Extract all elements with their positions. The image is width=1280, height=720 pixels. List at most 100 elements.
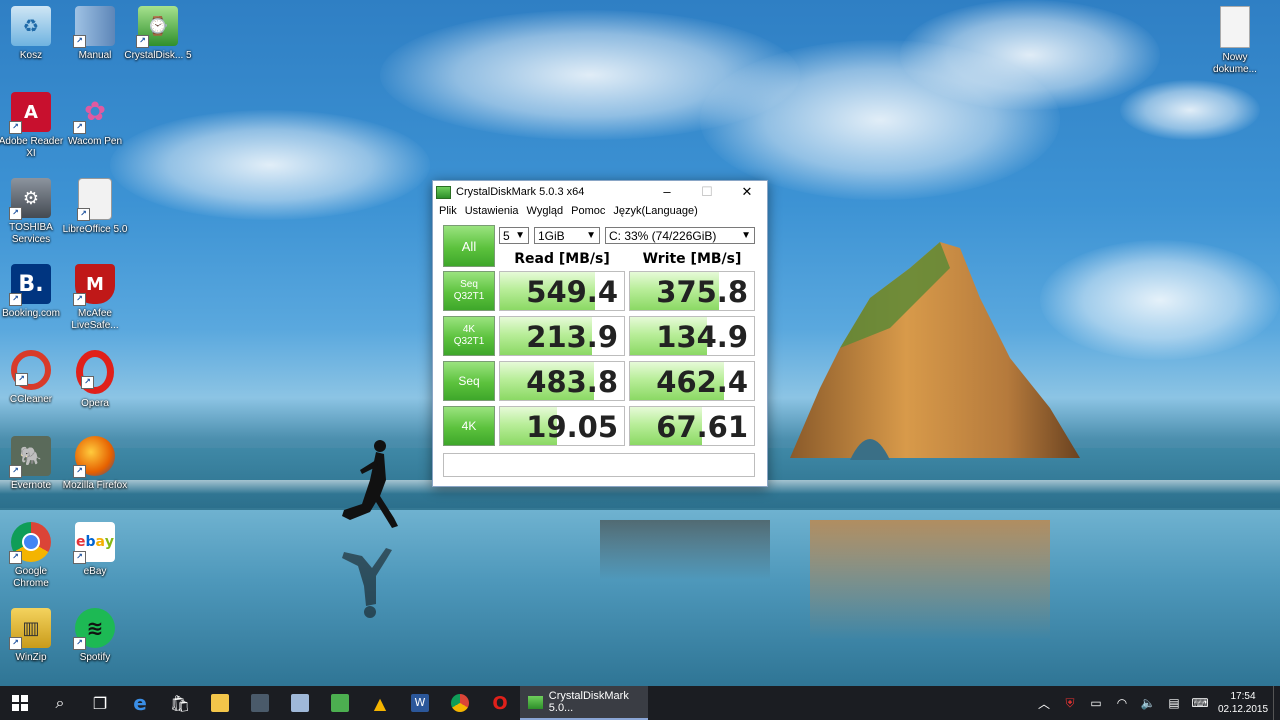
- result-value: 462.4: [656, 365, 748, 399]
- drive-select[interactable]: C: 33% (74/226GiB) ▼: [605, 227, 755, 244]
- ccleaner-icon: ↗: [11, 350, 51, 390]
- notifications-icon[interactable]: ▤: [1161, 696, 1187, 710]
- store-button[interactable]: 🛍: [160, 686, 200, 720]
- app-button[interactable]: [240, 686, 280, 720]
- opera-icon: ↗: [76, 350, 114, 394]
- desktop-icon-label: Booking.com: [2, 308, 60, 319]
- winzip-icon: ↗ ▥: [9, 608, 51, 650]
- desktop-icon-label: Kosz: [19, 50, 43, 61]
- desktop-icon-kosz[interactable]: ♻ Kosz: [0, 6, 65, 62]
- desktop-icon-evernote[interactable]: ↗ 🐘 Evernote: [0, 436, 65, 492]
- clock[interactable]: 17:54 02.12.2015: [1213, 690, 1273, 716]
- desktop-icon-new-document[interactable]: Nowy dokume...: [1201, 6, 1269, 76]
- google-drive-icon: ▲: [373, 693, 387, 713]
- 4k-button[interactable]: 4K: [443, 406, 495, 446]
- desktop-icon-crystaldiskmark[interactable]: ↗ ⌚ CrystalDisk... 5: [124, 6, 192, 62]
- evernote-taskbar-button[interactable]: [320, 686, 360, 720]
- row-label-line1: Seq: [460, 279, 478, 290]
- chrome-taskbar-button[interactable]: [440, 686, 480, 720]
- app-icon: [251, 694, 269, 712]
- task-view-button[interactable]: ❐: [80, 686, 120, 720]
- booking-icon: ↗ B.: [9, 264, 51, 306]
- keyboard-icon[interactable]: ⌨: [1187, 696, 1213, 710]
- desktop-icon-label: TOSHIBA Services: [9, 222, 53, 245]
- store-icon: 🛍: [169, 693, 191, 713]
- window-icon: [291, 694, 309, 712]
- menu-jezyk[interactable]: Język(Language): [609, 203, 701, 221]
- row-label-line2: Q32T1: [453, 291, 485, 302]
- desktop-icon-label: Nowy dokume...: [1213, 52, 1257, 75]
- minimize-button[interactable]: –: [647, 181, 687, 203]
- write-header: Write [MB/s]: [642, 251, 742, 267]
- 4k-write-cell: 67.61: [629, 406, 755, 446]
- desktop-icon-opera[interactable]: ↗ Opera: [61, 350, 129, 410]
- menu-wyglad[interactable]: Wygląd: [523, 203, 568, 221]
- search-button[interactable]: ⌕: [40, 686, 80, 720]
- search-icon: ⌕: [55, 693, 65, 712]
- runner-silhouette: [342, 440, 398, 618]
- desktop-icon-wacom-pen[interactable]: ↗ ✿ Wacom Pen: [61, 92, 129, 148]
- menu-ustawienia[interactable]: Ustawienia: [461, 203, 523, 221]
- taskbar-active-app[interactable]: CrystalDiskMark 5.0...: [520, 686, 648, 720]
- desktop-icon-mcafee[interactable]: ↗ M McAfee LiveSafe...: [61, 264, 129, 332]
- volume-icon[interactable]: 🔈: [1135, 696, 1161, 710]
- desktop-icon-ebay[interactable]: ↗ e b a y eBay: [61, 522, 129, 578]
- edge-button[interactable]: e: [120, 686, 160, 720]
- crystaldiskmark-icon: ↗ ⌚: [136, 6, 178, 48]
- desktop-icon-booking[interactable]: ↗ B. Booking.com: [0, 264, 65, 320]
- menu-plik[interactable]: Plik: [435, 203, 461, 221]
- windows-logo-icon: [12, 695, 28, 711]
- desktop-icon-adobe-reader[interactable]: ↗ A Adobe Reader XI: [0, 92, 65, 160]
- firefox-icon: ↗: [73, 436, 115, 478]
- all-button-label: All: [461, 238, 477, 254]
- test-size-select[interactable]: 1GiB ▼: [534, 227, 600, 244]
- desktop-icon-firefox[interactable]: ↗ Mozilla Firefox: [61, 436, 129, 492]
- cloud: [900, 0, 1160, 110]
- start-button[interactable]: [0, 686, 40, 720]
- app-button[interactable]: [280, 686, 320, 720]
- active-app-label: CrystalDiskMark 5.0...: [548, 690, 629, 714]
- show-hidden-icons-button[interactable]: ︿: [1031, 695, 1057, 712]
- google-drive-button[interactable]: ▲: [360, 686, 400, 720]
- wacom-pen-icon: ↗ ✿: [73, 92, 115, 134]
- comment-field[interactable]: [443, 453, 755, 477]
- 4k-q32t1-write-cell: 134.9: [629, 316, 755, 356]
- cloud: [1120, 80, 1260, 140]
- 4k-q32t1-button[interactable]: 4K Q32T1: [443, 316, 495, 356]
- close-button[interactable]: ✕: [727, 181, 767, 203]
- menu-pomoc[interactable]: Pomoc: [567, 203, 609, 221]
- result-value: 19.05: [526, 410, 618, 444]
- cloud: [110, 110, 430, 220]
- desktop-icon-label: McAfee LiveSafe...: [71, 308, 119, 331]
- clock-date: 02.12.2015: [1217, 704, 1269, 715]
- row-label-line1: 4K: [461, 419, 477, 433]
- desktop-icon-chrome[interactable]: ↗ Google Chrome: [0, 522, 65, 590]
- ebay-icon: ↗ e b a y: [73, 522, 115, 564]
- desktop-icon-libreoffice[interactable]: ↗ LibreOffice 5.0: [61, 178, 129, 236]
- all-button[interactable]: All: [443, 225, 495, 267]
- seq-q32t1-button[interactable]: Seq Q32T1: [443, 271, 495, 311]
- desktop-icon-winzip[interactable]: ↗ ▥ WinZip: [0, 608, 65, 664]
- chevron-down-icon: ▼: [586, 230, 596, 241]
- recycle-bin-icon: ♻: [11, 6, 51, 46]
- desktop-icon-toshiba-services[interactable]: ↗ ⚙ TOSHIBA Services: [0, 178, 65, 246]
- desktop-icon-spotify[interactable]: ↗ ≋ Spotify: [61, 608, 129, 664]
- result-value: 375.8: [656, 275, 748, 309]
- mcafee-tray-icon[interactable]: ⛨: [1057, 696, 1083, 711]
- sea-rock: [790, 242, 1080, 460]
- wifi-icon[interactable]: ◠: [1109, 696, 1135, 710]
- row-label-line1: Seq: [458, 374, 480, 388]
- chrome-icon: [451, 694, 469, 712]
- opera-taskbar-button[interactable]: O: [480, 686, 520, 720]
- word-icon: W: [411, 694, 429, 712]
- show-desktop-button[interactable]: [1273, 686, 1280, 720]
- desktop-icon-ccleaner[interactable]: ↗ CCleaner: [0, 350, 65, 406]
- word-button[interactable]: W: [400, 686, 440, 720]
- battery-icon[interactable]: ▭: [1083, 696, 1109, 710]
- test-count-select[interactable]: 5 ▼: [499, 227, 529, 244]
- seq-q32t1-read-cell: 549.4: [499, 271, 625, 311]
- seq-button[interactable]: Seq: [443, 361, 495, 401]
- file-explorer-button[interactable]: [200, 686, 240, 720]
- title-bar[interactable]: CrystalDiskMark 5.0.3 x64 – ☐ ✕: [433, 181, 767, 203]
- desktop-icon-manual[interactable]: ↗ Manual: [61, 6, 129, 62]
